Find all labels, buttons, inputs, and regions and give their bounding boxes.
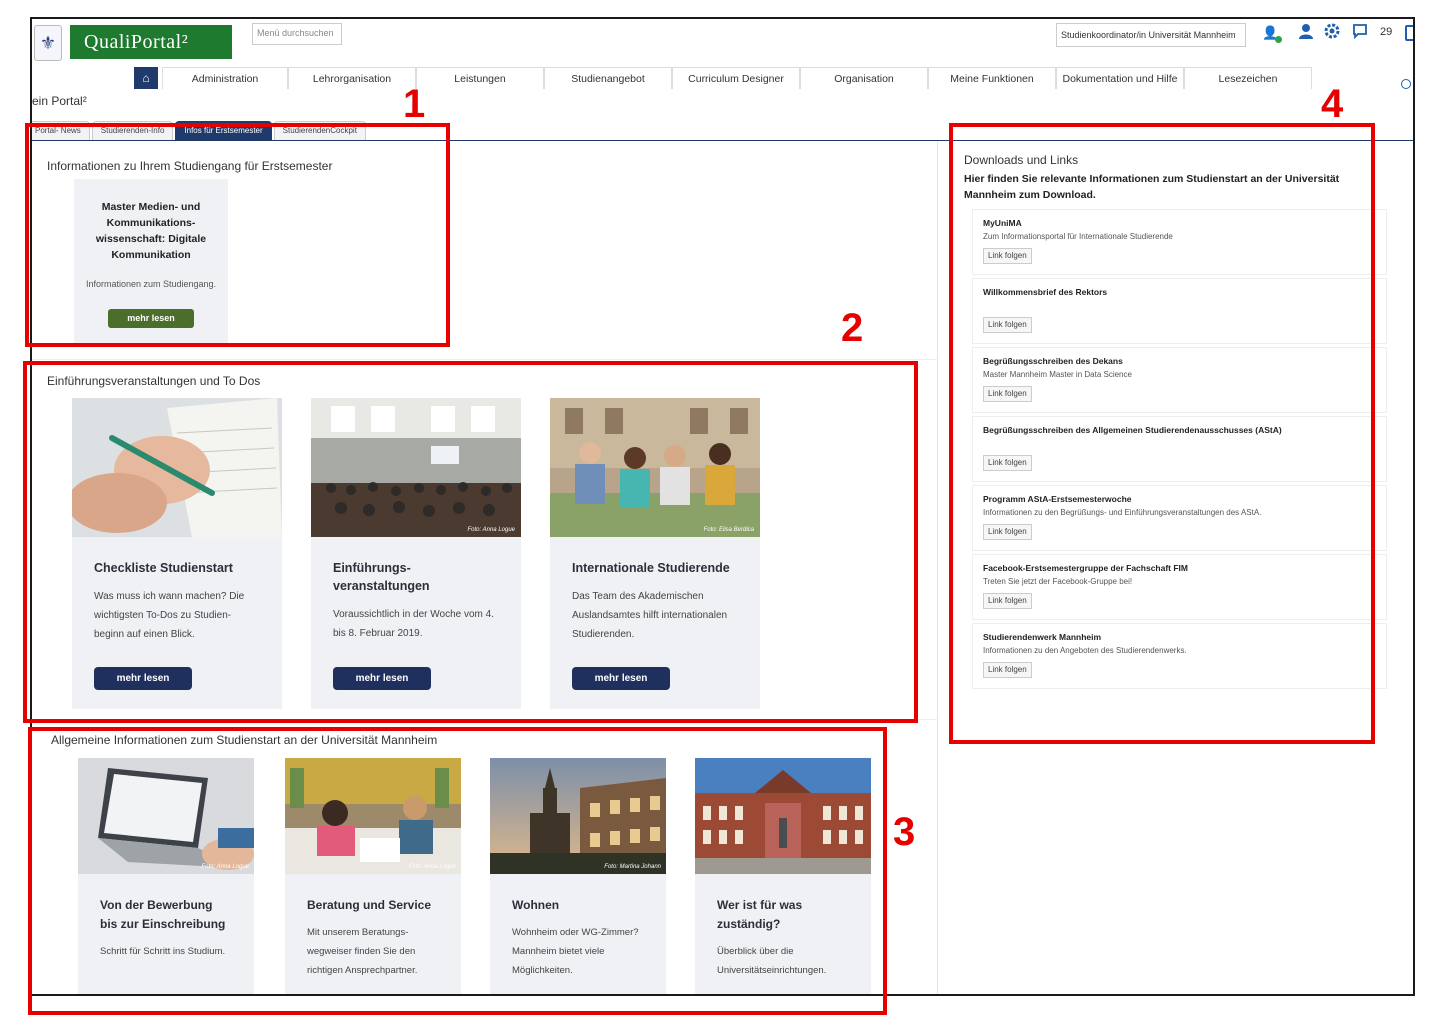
- annotation-box-1: [25, 123, 450, 347]
- section-divider: [32, 359, 937, 360]
- nav-lehrorganisation[interactable]: Lehrorganisation: [288, 67, 416, 89]
- nav-organisation[interactable]: Organisation: [800, 67, 928, 89]
- edge-icon[interactable]: [1401, 79, 1411, 89]
- change-role-icon[interactable]: 👤: [1262, 25, 1282, 43]
- home-icon[interactable]: ⌂: [134, 67, 158, 89]
- message-count: 29: [1380, 26, 1393, 38]
- menu-search-input[interactable]: Menü durchsuchen: [252, 23, 342, 45]
- annotation-number-3: 3: [893, 810, 916, 854]
- qualiportal-logo[interactable]: QualiPortal²: [70, 25, 232, 59]
- annotation-box-2: [23, 361, 918, 723]
- nav-studienangebot[interactable]: Studienangebot: [544, 67, 672, 89]
- main-navigation: ⌂ Administration Lehrorganisation Leistu…: [134, 67, 1312, 89]
- settings-gear-icon[interactable]: [1324, 23, 1340, 43]
- nav-curriculum-designer[interactable]: Curriculum Designer: [672, 67, 800, 89]
- nav-lesezeichen[interactable]: Lesezeichen: [1184, 67, 1312, 89]
- nav-meine-funktionen[interactable]: Meine Funktionen: [928, 67, 1056, 89]
- annotation-box-4: [949, 123, 1375, 744]
- annotation-number-2: 2: [841, 306, 864, 350]
- university-seal-icon: ⚜: [34, 25, 62, 61]
- nav-administration[interactable]: Administration: [162, 67, 288, 89]
- column-divider: [937, 141, 938, 994]
- portal-title: ein Portal²: [32, 94, 87, 108]
- messages-icon[interactable]: [1352, 23, 1368, 43]
- user-icon[interactable]: [1298, 23, 1314, 43]
- role-select[interactable]: Studienkoordinator/in Universität Mannhe…: [1056, 23, 1246, 47]
- nav-leistungen[interactable]: Leistungen: [416, 67, 544, 89]
- nav-dokumentation[interactable]: Dokumentation und Hilfe: [1056, 67, 1184, 89]
- annotation-number-4: 4: [1321, 82, 1344, 126]
- annotation-number-1: 1: [403, 82, 426, 126]
- logout-icon[interactable]: [1405, 25, 1413, 41]
- annotation-box-3: [28, 727, 887, 1015]
